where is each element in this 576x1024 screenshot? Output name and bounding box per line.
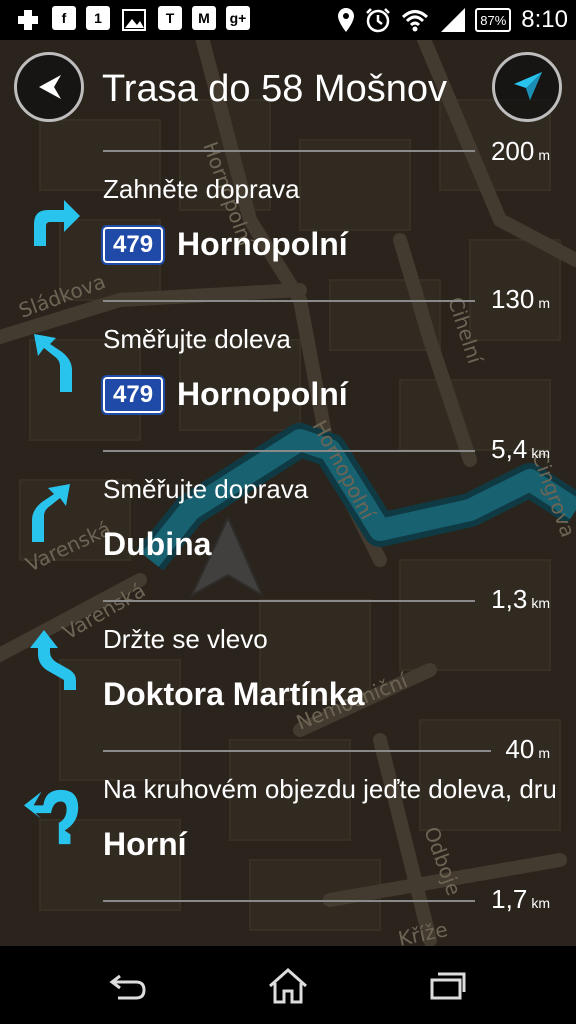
back-arrow-icon (39, 75, 61, 99)
route-divider (103, 300, 475, 302)
current-location-button[interactable] (492, 52, 562, 122)
t-icon: T (158, 6, 182, 30)
calendar-icon: 1 (86, 6, 110, 30)
instruction-text: Držte se vlevo (103, 624, 268, 654)
gplus-icon: g+ (226, 6, 250, 30)
route-divider (103, 600, 475, 602)
back-button[interactable] (14, 52, 84, 122)
image-icon (120, 6, 148, 34)
keep-left-icon (30, 630, 76, 690)
bear-left-icon (34, 334, 72, 392)
wifi-icon (402, 10, 429, 32)
header: Trasa do 58 Mošnov (0, 40, 576, 140)
back-icon (109, 974, 146, 1000)
home-icon (269, 967, 307, 1004)
route-divider (103, 750, 491, 752)
distance-label: 1,7 km (491, 884, 550, 914)
roundabout-left-icon (23, 789, 79, 845)
system-nav-bar (0, 946, 576, 1024)
location-icon (338, 8, 355, 32)
instruction-item[interactable]: Zahněte doprava 479 Hornopolní (0, 160, 576, 310)
instruction-text: Směřujte doleva (103, 324, 291, 354)
recent-apps-key[interactable] (426, 964, 470, 1008)
home-key[interactable] (266, 964, 310, 1008)
route-divider (103, 900, 475, 902)
instruction-text: Směřujte doprava (103, 474, 309, 504)
route-divider (103, 150, 475, 152)
instruction-item[interactable]: Směřujte doleva 479 Hornopolní (0, 310, 576, 460)
facebook-icon: f (52, 6, 76, 30)
gmail-icon: M (192, 6, 216, 30)
map-view[interactable]: Hornopolní Sládkova Cihelní Hornopolní V… (0, 40, 576, 946)
bear-right-icon (32, 484, 70, 542)
clock: 8:10 (521, 6, 568, 33)
instruction-text: Zahněte doprava (103, 174, 300, 204)
street-name: Doktora Martínka (103, 676, 365, 712)
recent-apps-icon (430, 972, 466, 1000)
street-name: Hornopolní (177, 226, 348, 262)
instruction-item[interactable]: Držte se vlevo Doktora Martínka (0, 610, 576, 760)
alarm-icon (366, 8, 391, 33)
instruction-item[interactable]: Směřujte doprava Dubina (0, 460, 576, 610)
turn-right-icon (34, 200, 80, 246)
street-name: Dubina (103, 526, 212, 562)
battery-indicator: 87% (475, 8, 512, 32)
plus-icon (14, 6, 42, 34)
page-title: Trasa do 58 Mošnov (102, 68, 447, 110)
instruction-text: Na kruhovém objezdu jeďte doleva, dru (103, 774, 555, 804)
road-number-badge: 479 (103, 226, 164, 263)
signal-icon (441, 8, 466, 32)
navigation-arrow-icon (514, 72, 542, 100)
status-bar: f 1 T M g+ 87% 8:10 (0, 0, 576, 40)
instruction-item[interactable]: Na kruhovém objezdu jeďte doleva, dru Ho… (0, 760, 576, 910)
street-name: Horní (103, 826, 187, 862)
back-key[interactable] (106, 964, 150, 1008)
route-divider (103, 450, 475, 452)
road-number-badge: 479 (103, 376, 164, 413)
street-name: Hornopolní (177, 376, 348, 412)
